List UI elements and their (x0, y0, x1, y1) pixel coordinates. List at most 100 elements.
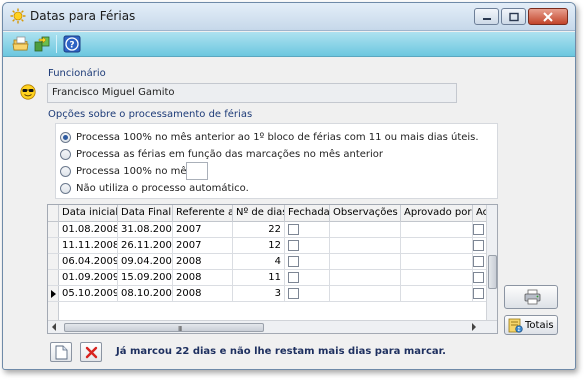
option-full-in-month[interactable]: Processa 100% no mês (60, 164, 192, 178)
vertical-scrollbar[interactable] (486, 205, 497, 321)
maximize-icon (508, 12, 519, 21)
cell-approved-by[interactable] (401, 238, 473, 254)
column-header[interactable]: Data Final (118, 205, 173, 222)
toolbar: ? (3, 32, 575, 57)
cell-reference[interactable]: 2008 (173, 270, 233, 286)
closed-checkbox[interactable] (288, 240, 299, 251)
extra-checkbox[interactable] (473, 288, 484, 299)
cell-start-date[interactable]: 06.04.2009 (59, 254, 118, 270)
cell-approved-by[interactable] (401, 222, 473, 238)
minimize-button[interactable] (474, 8, 499, 25)
printer-icon (524, 289, 541, 305)
cell-notes[interactable] (330, 286, 401, 302)
radio-button[interactable] (60, 165, 71, 177)
cell-start-date[interactable]: 05.10.2009 (59, 286, 118, 302)
extra-checkbox[interactable] (473, 224, 484, 235)
grid-header: Data inicial Data Final Referente a Nº d… (48, 205, 488, 222)
cell-reference[interactable]: 2007 (173, 238, 233, 254)
radio-button[interactable] (60, 131, 71, 143)
cell-closed (285, 238, 330, 254)
scroll-right-arrow-icon[interactable] (472, 323, 476, 331)
options-group: Processa 100% no mês anterior ao 1º bloc… (55, 123, 498, 199)
radio-button[interactable] (60, 182, 71, 194)
extra-checkbox[interactable] (473, 272, 484, 283)
cell-end-date[interactable]: 08.10.2009 (118, 286, 173, 302)
column-header[interactable]: Referente a (173, 205, 233, 222)
cell-end-date[interactable]: 31.08.2008 (118, 222, 173, 238)
window-title: Datas para Férias (30, 9, 136, 23)
cell-approved-by[interactable] (401, 270, 473, 286)
cell-approved-by[interactable] (401, 286, 473, 302)
extra-checkbox[interactable] (473, 256, 484, 267)
horizontal-scrollbar[interactable]: III (48, 320, 497, 333)
delete-record-button[interactable] (80, 342, 102, 362)
cell-days[interactable]: 22 (233, 222, 285, 238)
cell-end-date[interactable]: 09.04.2009 (118, 254, 173, 270)
column-header[interactable]: Nº de dias (233, 205, 285, 222)
cell-start-date[interactable]: 01.09.2009 (59, 270, 118, 286)
vacation-dates-window: Datas para Férias ? Funcionário Francisc… (2, 2, 576, 370)
cell-reference[interactable]: 2007 (173, 222, 233, 238)
open-folder-icon[interactable] (12, 35, 30, 53)
cell-reference[interactable]: 2008 (173, 286, 233, 302)
vacation-grid[interactable]: Data inicial Data Final Referente a Nº d… (47, 204, 498, 334)
option-label: Processa as férias em função das marcaçõ… (76, 148, 384, 160)
totals-button[interactable]: Σ Totais (504, 315, 558, 335)
cell-end-date[interactable]: 15.09.2009 (118, 270, 173, 286)
column-header[interactable]: Aprovado por (401, 205, 473, 222)
option-label: Processa 100% no mês anterior ao 1º bloc… (76, 131, 479, 143)
employee-label: Funcionário (48, 68, 106, 79)
help-icon[interactable]: ? (63, 35, 81, 53)
closed-checkbox[interactable] (288, 272, 299, 283)
cell-closed (285, 286, 330, 302)
option-by-marks-previous-month[interactable]: Processa as férias em função das marcaçõ… (60, 147, 383, 161)
option-label: Processa 100% no mês (76, 165, 192, 177)
horizontal-scroll-thumb[interactable]: III (64, 323, 264, 333)
cell-notes[interactable] (330, 270, 401, 286)
maximize-button[interactable] (501, 8, 526, 25)
option-no-automatic[interactable]: Não utiliza o processo automático. (60, 181, 249, 195)
print-button[interactable] (504, 285, 558, 309)
cell-start-date[interactable]: 11.11.2008 (59, 238, 118, 254)
title-bar[interactable]: Datas para Férias (3, 3, 575, 31)
cell-start-date[interactable]: 01.08.2008 (59, 222, 118, 238)
column-header[interactable]: Data inicial (59, 205, 118, 222)
svg-text:?: ? (69, 41, 74, 51)
option-previous-month-first-block[interactable]: Processa 100% no mês anterior ao 1º bloc… (60, 130, 479, 144)
svg-text:Σ: Σ (517, 327, 520, 333)
transfer-icon[interactable] (33, 35, 51, 53)
table-row[interactable]: 06.04.2009 09.04.2009 2008 4 (48, 254, 488, 270)
cell-notes[interactable] (330, 238, 401, 254)
option-label: Não utiliza o processo automático. (76, 182, 249, 194)
vertical-scroll-thumb[interactable] (488, 255, 497, 289)
cell-reference[interactable]: 2008 (173, 254, 233, 270)
status-message: Já marcou 22 dias e não lhe restam mais … (116, 346, 446, 357)
cell-end-date[interactable]: 26.11.2008 (118, 238, 173, 254)
row-selector-header (48, 205, 59, 222)
cell-days[interactable]: 11 (233, 270, 285, 286)
table-row[interactable]: 11.11.2008 26.11.2008 2007 12 (48, 238, 488, 254)
column-header[interactable]: Observações (330, 205, 401, 222)
minimize-icon (482, 17, 491, 20)
column-header[interactable]: Fechada (285, 205, 330, 222)
close-button[interactable] (528, 8, 568, 25)
closed-checkbox[interactable] (288, 224, 299, 235)
cell-days[interactable]: 4 (233, 254, 285, 270)
month-input[interactable] (186, 162, 208, 180)
closed-checkbox[interactable] (288, 288, 299, 299)
table-row-current[interactable]: 05.10.2009 08.10.2009 2008 3 (48, 286, 488, 302)
radio-button[interactable] (60, 148, 71, 160)
cell-days[interactable]: 12 (233, 238, 285, 254)
cell-notes[interactable] (330, 254, 401, 270)
extra-checkbox[interactable] (473, 240, 484, 251)
table-row[interactable]: 01.08.2008 31.08.2008 2007 22 (48, 222, 488, 238)
scroll-grip: III (178, 325, 182, 333)
scroll-left-arrow-icon[interactable] (52, 323, 56, 331)
cell-days[interactable]: 3 (233, 286, 285, 302)
cell-notes[interactable] (330, 222, 401, 238)
closed-checkbox[interactable] (288, 256, 299, 267)
sun-icon (10, 8, 26, 24)
new-record-button[interactable] (50, 342, 72, 362)
cell-approved-by[interactable] (401, 254, 473, 270)
table-row[interactable]: 01.09.2009 15.09.2009 2008 11 (48, 270, 488, 286)
